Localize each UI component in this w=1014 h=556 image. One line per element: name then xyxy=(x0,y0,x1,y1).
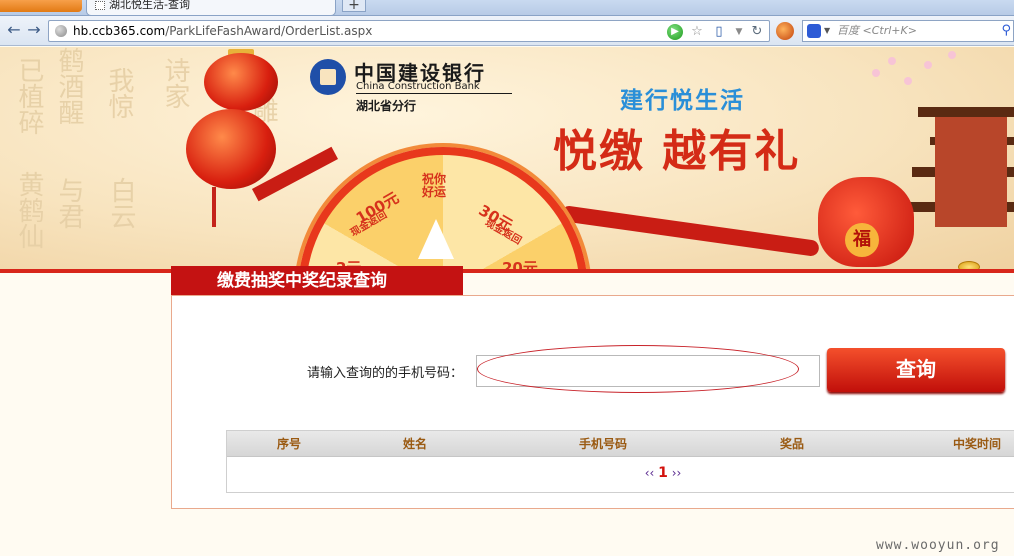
ccb-logo-icon xyxy=(310,59,346,95)
browser-tab-bar: 湖北悦生活-查询 + xyxy=(0,0,1014,16)
go-icon[interactable]: ▶ xyxy=(667,24,683,40)
page-favicon-icon xyxy=(95,1,105,10)
calligraphy-text: 与君 xyxy=(54,177,84,229)
baidu-engine-icon[interactable] xyxy=(807,24,821,38)
calligraphy-text: 鹤酒醒 xyxy=(54,47,84,125)
table-header: 序号 姓名 手机号码 奖品 中奖时间 xyxy=(227,431,1014,457)
reload-icon[interactable]: ↻ xyxy=(749,24,765,40)
pavilion-roof xyxy=(918,107,1014,117)
search-placeholder: 百度 <Ctrl+K> xyxy=(837,24,917,37)
bank-branch: 湖北省分行 xyxy=(356,99,417,113)
engine-dropdown-icon[interactable]: ▼ xyxy=(824,21,830,41)
calligraphy-text: 黄鹤仙 xyxy=(14,171,44,249)
bookmark-star-icon[interactable]: ☆ xyxy=(689,24,705,40)
back-arrow-icon[interactable]: ← xyxy=(4,21,24,41)
lantern-icon xyxy=(204,53,278,111)
column-header-time: 中奖时间 xyxy=(952,437,1001,451)
lantern-tassel xyxy=(212,187,216,227)
mobile-icon[interactable]: ▯ xyxy=(711,24,727,40)
calligraphy-text: 已植碎 xyxy=(14,57,44,135)
column-header-prize: 奖品 xyxy=(779,437,804,451)
pager-next-link[interactable]: ›› xyxy=(672,466,682,480)
results-table: 序号 姓名 手机号码 奖品 中奖时间 ‹‹ 1 ›› xyxy=(226,430,1014,493)
query-button[interactable]: 查询 xyxy=(827,348,1005,392)
panel-title: 缴费抽奖中奖纪录查询 xyxy=(171,266,463,296)
plum-blossom xyxy=(888,57,896,65)
addon-icon[interactable] xyxy=(776,22,794,40)
pager-current-page[interactable]: 1 xyxy=(658,465,668,481)
bank-name-en: China Construction Bank xyxy=(356,81,512,94)
phone-input[interactable] xyxy=(476,355,820,387)
forward-arrow-icon[interactable]: → xyxy=(24,21,44,41)
phone-label: 请输入查询的的手机号码： xyxy=(307,366,464,381)
pagination: ‹‹ 1 ›› xyxy=(227,465,1014,481)
pager-prev-link[interactable]: ‹‹ xyxy=(645,466,655,480)
lantern-icon xyxy=(186,109,276,189)
fu-character: 福 xyxy=(845,223,879,257)
new-tab-button[interactable]: + xyxy=(342,0,366,12)
slogan-large: 悦缴 越有礼 xyxy=(553,126,801,177)
page-content: 已植碎 鹤酒醒 我惊 诗家 与君 白云 黄鹤仙 雕 中国建设银行 China C… xyxy=(0,47,1014,556)
watermark-text: www.wooyun.org xyxy=(876,538,1000,553)
wheel-prize-label: 祝你好运 xyxy=(421,172,446,199)
firefox-menu-button[interactable] xyxy=(0,0,82,12)
column-header-name: 姓名 xyxy=(402,437,427,451)
url-path: /ParkLifeFashAward/OrderList.aspx xyxy=(165,24,373,38)
plum-blossom xyxy=(948,51,956,59)
browser-tab[interactable]: 湖北悦生活-查询 xyxy=(86,0,336,16)
pavilion-body xyxy=(935,117,1007,227)
plum-blossom xyxy=(904,77,912,85)
plum-blossom xyxy=(872,69,880,77)
url-host: hb.ccb365.com xyxy=(73,24,166,38)
ribbon-decoration xyxy=(560,204,820,258)
search-icon[interactable]: ⚲ xyxy=(1001,21,1011,41)
calligraphy-text: 我惊 xyxy=(104,67,134,119)
column-header-index: 序号 xyxy=(276,437,301,451)
navigation-toolbar: ← → hb.ccb365.com/ParkLifeFashAward/Orde… xyxy=(0,16,1014,46)
history-dropdown-icon[interactable]: ▼ xyxy=(731,24,747,40)
plum-blossom xyxy=(924,61,932,69)
calligraphy-text: 白云 xyxy=(106,177,136,229)
calligraphy-text: 诗家 xyxy=(160,57,190,109)
site-identity-icon[interactable] xyxy=(55,25,67,37)
promo-banner: 已植碎 鹤酒醒 我惊 诗家 与君 白云 黄鹤仙 雕 中国建设银行 China C… xyxy=(0,47,1014,273)
banner-bottom-border xyxy=(0,269,1014,273)
address-bar[interactable]: hb.ccb365.com/ParkLifeFashAward/OrderLis… xyxy=(48,20,770,42)
tab-title: 湖北悦生活-查询 xyxy=(109,0,190,11)
wheel-pointer-icon xyxy=(418,219,454,259)
slogan-small: 建行悦生活 xyxy=(620,88,745,114)
search-bar[interactable]: ▼ 百度 <Ctrl+K> ⚲ xyxy=(802,20,1014,42)
column-header-phone: 手机号码 xyxy=(578,437,627,451)
